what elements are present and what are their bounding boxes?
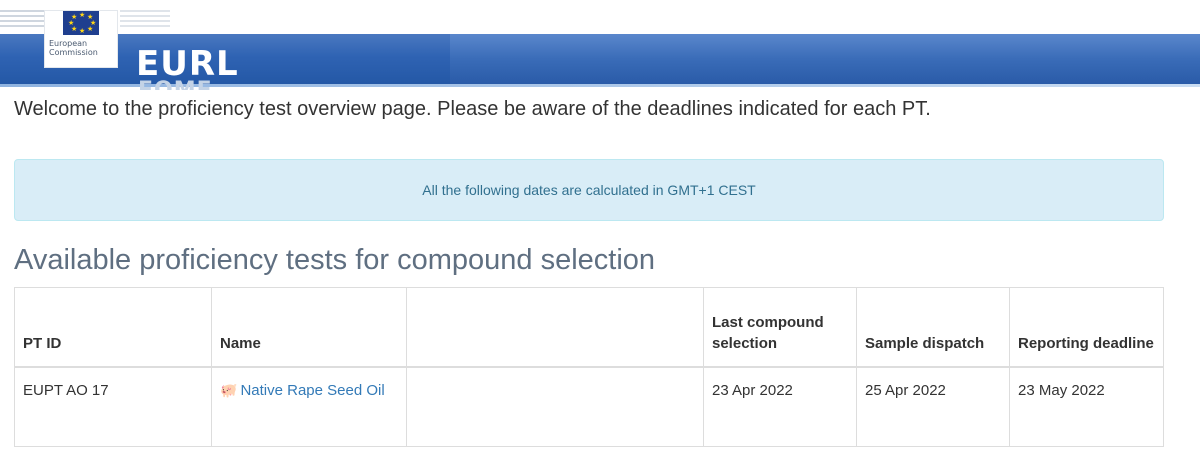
column-header-name: Name [211, 287, 407, 368]
welcome-text: Welcome to the proficiency test overview… [14, 98, 931, 120]
logo-text: European Commission [49, 39, 98, 57]
column-header-reporting-deadline: Reporting deadline [1009, 287, 1164, 368]
cell-sample-dispatch: 25 Apr 2022 [856, 366, 1010, 447]
cell-reporting-deadline: 23 May 2022 [1009, 366, 1164, 447]
table-header-row: PT ID Name Last compound selection Sampl… [14, 287, 1164, 368]
piggy-bank-icon: 🐖 [220, 382, 238, 398]
table-row: EUPT AO 17 🐖 Native Rape Seed Oil 23 Apr … [14, 366, 1164, 447]
cell-pt-id: EUPT AO 17 [14, 366, 212, 447]
cell-blank [406, 366, 704, 447]
column-header-blank [406, 287, 704, 368]
logo-line-2: Commission [49, 48, 98, 57]
header-top-strip [0, 0, 1200, 34]
column-header-pt-id: PT ID [14, 287, 212, 368]
european-commission-logo[interactable]: ★ ★ ★ ★ ★ ★ ★ ★ European Commission [44, 10, 118, 68]
pt-name-text: Native Rape Seed Oil [240, 382, 385, 399]
cell-last-compound-selection: 23 Apr 2022 [703, 366, 857, 447]
section-title: Available proficiency tests for compound… [14, 244, 656, 276]
eu-flag-icon: ★ ★ ★ ★ ★ ★ ★ ★ [63, 11, 99, 35]
column-header-sample-dispatch: Sample dispatch [856, 287, 1010, 368]
cell-name: 🐖 Native Rape Seed Oil [211, 366, 407, 447]
pt-name-link[interactable]: 🐖 Native Rape Seed Oil [220, 382, 385, 399]
site-subtitle: FOME [138, 78, 213, 90]
column-header-last-compound-selection: Last compound selection [703, 287, 857, 368]
site-header: ★★★ ★★ ★★★ European Commission EURL FOME [0, 0, 1200, 100]
header-band-highlight [450, 34, 1200, 84]
logo-line-1: European [49, 39, 88, 48]
proficiency-tests-table: PT ID Name Last compound selection Sampl… [14, 287, 1164, 447]
header-decoration-right [120, 10, 170, 32]
alert-text: All the following dates are calculated i… [422, 182, 756, 198]
timezone-alert: All the following dates are calculated i… [14, 159, 1164, 221]
